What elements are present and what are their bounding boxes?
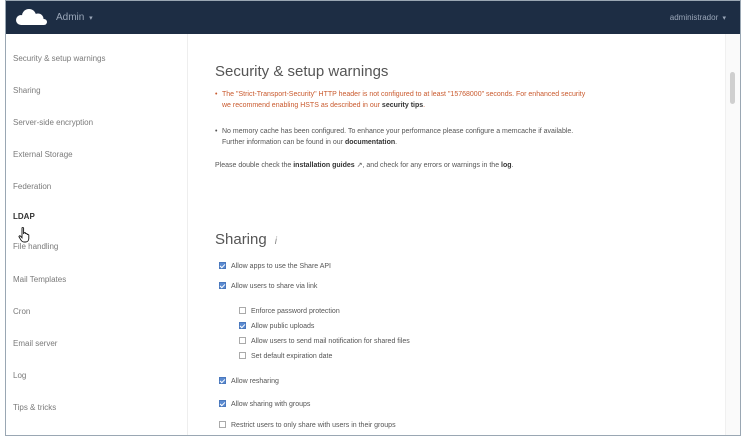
chevron-down-icon: ▾ (722, 15, 726, 22)
share-with-groups-label[interactable]: Allow sharing with groups (231, 401, 310, 408)
sidebar-item-cron[interactable]: Cron (13, 307, 30, 316)
memcache-warning-continued: Further information can be found in our … (222, 139, 398, 146)
option-restrict-to-groups: Restrict users to only share with users … (219, 420, 396, 431)
option-public-uploads: Allow public uploads (239, 321, 314, 332)
top-header: Admin ▾ administrador ▾ (6, 1, 740, 34)
share-via-link-checkbox[interactable] (219, 281, 226, 289)
default-expiration-checkbox[interactable] (239, 351, 246, 359)
log-link[interactable]: log (501, 162, 512, 169)
info-icon[interactable]: i (275, 236, 277, 247)
sidebar-item-sharing[interactable]: Sharing (13, 86, 41, 95)
hsts-warning-text: The "Strict-Transport-Security" HTTP hea… (222, 91, 586, 98)
resharing-checkbox[interactable] (219, 376, 226, 384)
hsts-warning: • The "Strict-Transport-Security" HTTP he… (215, 91, 586, 98)
memcache-warning-text: No memory cache has been configured. To … (222, 128, 574, 135)
app-menu-label: Admin (56, 12, 85, 23)
app-menu-button[interactable]: Admin ▾ (56, 1, 93, 34)
option-enforce-password: Enforce password protection (239, 306, 340, 317)
share-api-checkbox[interactable] (219, 261, 226, 269)
resharing-label[interactable]: Allow resharing (231, 378, 279, 385)
option-resharing: Allow resharing (219, 376, 279, 387)
sharing-title-text: Sharing (215, 231, 267, 248)
sidebar-item-external-storage[interactable]: External Storage (13, 150, 73, 159)
scrollbar-thumb[interactable] (730, 72, 735, 104)
sidebar-item-mail-templates[interactable]: Mail Templates (13, 275, 66, 284)
settings-window: Admin ▾ administrador ▾ Security & setup… (5, 0, 741, 436)
sidebar-item-email-server[interactable]: Email server (13, 339, 57, 348)
check-hint: Please double check the installation gui… (215, 162, 514, 169)
hsts-warning-text-2: we recommend enabling HSTS as described … (222, 102, 382, 109)
enforce-password-label[interactable]: Enforce password protection (251, 308, 340, 315)
hand-pointer-icon (18, 227, 30, 243)
default-expiration-label[interactable]: Set default expiration date (251, 353, 332, 360)
option-share-via-link: Allow users to share via link (219, 281, 317, 292)
sidebar-item-security-warnings[interactable]: Security & setup warnings (13, 54, 106, 63)
documentation-link[interactable]: documentation (345, 139, 395, 146)
user-menu-button[interactable]: administrador ▾ (670, 1, 726, 34)
security-tips-link[interactable]: security tips (382, 102, 423, 109)
sharing-section-title: Sharing i (215, 231, 277, 248)
public-uploads-label[interactable]: Allow public uploads (251, 323, 314, 330)
sidebar-item-file-handling[interactable]: File handling (13, 242, 58, 251)
option-mail-notification: Allow users to send mail notification fo… (239, 336, 410, 347)
mail-notification-checkbox[interactable] (239, 336, 246, 344)
share-api-label[interactable]: Allow apps to use the Share API (231, 263, 331, 270)
mail-notification-label[interactable]: Allow users to send mail notification fo… (251, 338, 410, 345)
vertical-scrollbar[interactable] (725, 34, 740, 435)
cloud-logo-icon[interactable] (12, 7, 48, 27)
option-share-with-groups: Allow sharing with groups (219, 399, 310, 410)
restrict-to-groups-checkbox[interactable] (219, 420, 226, 428)
user-menu-label: administrador (669, 13, 719, 22)
settings-sidebar: Security & setup warnings Sharing Server… (6, 34, 188, 435)
installation-guides-link[interactable]: installation guides (293, 162, 354, 169)
public-uploads-checkbox[interactable] (239, 321, 246, 329)
sidebar-item-log[interactable]: Log (13, 371, 26, 380)
share-via-link-label[interactable]: Allow users to share via link (231, 283, 317, 290)
option-default-expiration: Set default expiration date (239, 351, 332, 362)
sidebar-item-ldap[interactable]: LDAP (13, 212, 35, 221)
memcache-warning: • No memory cache has been configured. To… (215, 128, 574, 135)
security-section-title: Security & setup warnings (215, 63, 389, 80)
memcache-warning-text-2: Further information can be found in our (222, 139, 345, 146)
hsts-warning-continued: we recommend enabling HSTS as described … (222, 102, 426, 109)
sidebar-item-federation[interactable]: Federation (13, 182, 51, 191)
sidebar-item-tips-tricks[interactable]: Tips & tricks (13, 403, 56, 412)
share-with-groups-checkbox[interactable] (219, 399, 226, 407)
settings-content: Security & setup warnings • The "Strict-T… (188, 34, 726, 435)
option-share-api: Allow apps to use the Share API (219, 261, 331, 272)
sidebar-item-server-side-encryption[interactable]: Server-side encryption (13, 118, 93, 127)
restrict-to-groups-label[interactable]: Restrict users to only share with users … (231, 422, 396, 429)
enforce-password-checkbox[interactable] (239, 306, 246, 314)
chevron-down-icon: ▾ (89, 15, 93, 22)
